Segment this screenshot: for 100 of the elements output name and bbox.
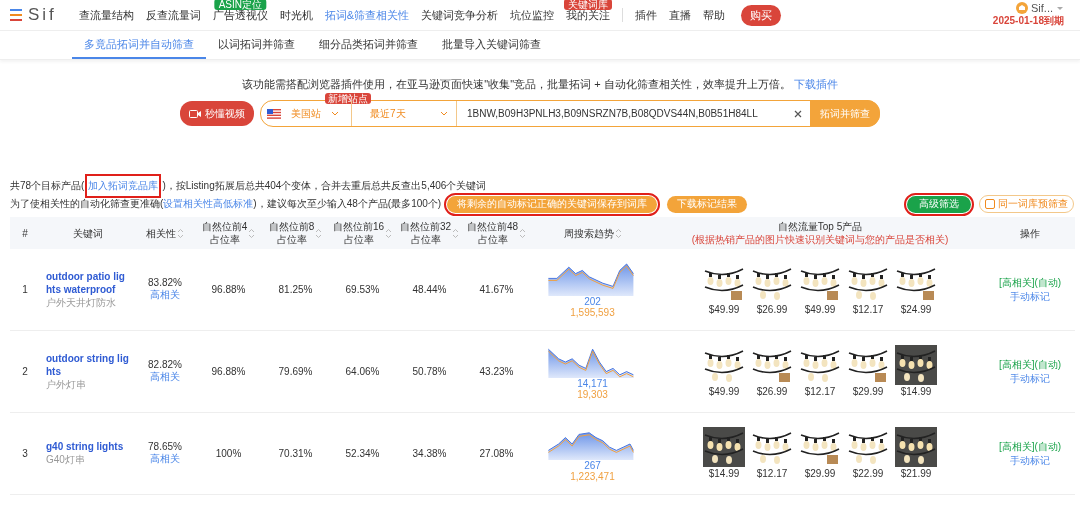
rate-value: 48.44%: [412, 284, 447, 295]
rate-value: 69.53%: [345, 284, 380, 295]
product-price: $49.99: [804, 304, 836, 315]
new-badge: 新增站点: [325, 93, 371, 104]
product-price: $29.99: [852, 386, 884, 397]
rate-value: 96.88%: [211, 366, 246, 377]
tab[interactable]: 细分品类拓词并筛查: [307, 31, 430, 59]
nav-tab[interactable]: 关键词竞争分析: [421, 7, 499, 23]
status-label: [高相关](自动): [998, 357, 1062, 372]
rate-value: 100%: [215, 448, 242, 459]
mark-link[interactable]: 手动标记: [1010, 453, 1050, 468]
rate-value: 50.78%: [412, 366, 447, 377]
search-volume: 19,303: [577, 388, 608, 400]
summary-text: )，建议每次至少输入48个产品(最多100个): [253, 197, 442, 211]
crown-icon: [1016, 2, 1028, 14]
product-price: $12.17: [804, 386, 836, 397]
column-header: 周搜索趋势: [563, 226, 614, 240]
chevron-icon: [440, 110, 448, 117]
rate-value: 43.23%: [479, 366, 514, 377]
chevron-icon: [331, 110, 339, 117]
rate-value: 81.25%: [278, 284, 313, 295]
tab[interactable]: 以词拓词并筛查: [206, 31, 307, 59]
asin-field[interactable]: 1BNW,B09H3PNLH3,B09NSRZN7B,B08QDVS44N,B0B51H84LL: [457, 108, 794, 119]
video-button[interactable]: 秒懂视频: [180, 101, 254, 126]
mark-link[interactable]: 手动标记: [1010, 371, 1050, 386]
tab[interactable]: 批量导入关键词筛查: [430, 31, 553, 59]
nav-tab[interactable]: 直播: [669, 7, 692, 23]
search-volume: 1,223,471: [570, 470, 615, 482]
row-number: 2: [22, 366, 28, 377]
keyword-translation: G40灯串: [46, 453, 85, 467]
nav-tab[interactable]: 插件: [635, 7, 658, 23]
checkbox[interactable]: [985, 199, 995, 209]
product-price: $26.99: [756, 386, 788, 397]
rate-value: 70.31%: [278, 448, 313, 459]
relevance-value: 82.82%: [148, 359, 182, 370]
product-price: $22.99: [852, 468, 884, 479]
filter-button[interactable]: 高级筛选: [907, 195, 971, 213]
product-price: $24.99: [900, 304, 932, 315]
product-price: $29.99: [804, 468, 836, 479]
search-volume: 14,171: [577, 377, 608, 389]
expiry-date: 2025-01-18到期: [992, 14, 1064, 28]
column-header: 自然位前16 占位率: [332, 220, 385, 246]
relevance-level: 高相关: [150, 370, 180, 384]
relevance-level: 高相关: [150, 288, 180, 302]
rate-value: 96.88%: [211, 284, 246, 295]
column-header: 自然位前8 占位率: [268, 220, 315, 246]
relevance-level: 高相关: [150, 452, 180, 466]
buy-button[interactable]: 购买: [741, 4, 782, 26]
user-name[interactable]: Sif...: [1031, 2, 1053, 14]
column-header: 自然流量Top 5产品: [777, 220, 863, 233]
product-price: $14.99: [900, 386, 932, 397]
rate-value: 79.69%: [278, 366, 313, 377]
row-number: 1: [22, 284, 28, 295]
rate-value: 52.34%: [345, 448, 380, 459]
summary-link[interactable]: 加入拓词竞品库: [88, 177, 159, 195]
tab[interactable]: 多竟品拓词并自动筛查: [72, 31, 206, 59]
column-header: 关键词: [72, 226, 103, 240]
video-icon: [189, 108, 201, 119]
nav-tab[interactable]: 帮助: [703, 7, 726, 23]
search-volume: 1,595,593: [570, 306, 615, 318]
rate-value: 27.08%: [479, 448, 514, 459]
caret-icon: [1056, 5, 1064, 11]
download-link[interactable]: 下载插件: [790, 78, 838, 90]
product-price: $12.17: [852, 304, 884, 315]
keyword-link[interactable]: g40 string lights: [46, 440, 130, 453]
product-price: $26.99: [756, 304, 788, 315]
keyword-link[interactable]: outdoor string lights: [46, 351, 130, 378]
keyword-link[interactable]: outdoor patio lights waterproof: [46, 269, 130, 296]
column-header: #: [22, 226, 28, 240]
status-label: [高相关](自动): [998, 439, 1062, 454]
summary-text: )，按Listing拓展后总共404个变体，合并去重后总共反查出5,406个关键词: [162, 179, 487, 193]
nav-tab[interactable]: 坑位监控: [510, 7, 555, 23]
nav-tab[interactable]: 拓词&筛查相关性: [324, 7, 410, 23]
mark-link[interactable]: 手动标记: [1010, 289, 1050, 304]
clear-icon: [794, 109, 802, 118]
column-header: 操作: [1020, 226, 1040, 240]
product-price: $14.99: [708, 468, 740, 479]
rate-value: 34.38%: [412, 448, 447, 459]
column-header: 自然位前32 占位率: [399, 220, 452, 246]
nav-tab[interactable]: 反查流量词: [145, 7, 201, 23]
column-header: 自然位前48 占位率: [466, 220, 519, 246]
product-price: $21.99: [900, 468, 932, 479]
row-number: 3: [22, 448, 28, 459]
product-price: $49.99: [708, 304, 740, 315]
relevance-value: 83.82%: [148, 277, 182, 288]
flag-icon: [267, 108, 281, 119]
summary-text: 为了使相关性的自动化筛查更准确(: [10, 197, 164, 211]
product-price: $49.99: [708, 386, 740, 397]
intro-text: 该功能需搭配浏览器插件使用，在亚马逊页面快速"收集"竞品，批量拓词 + 自动化筛查相关性，效率提升上万倍。: [242, 78, 791, 90]
nav-tab[interactable]: 查流量结构: [78, 7, 134, 23]
column-header: 相关性: [146, 226, 176, 240]
keyword-translation: 户外天井灯防水: [46, 295, 116, 310]
relevance-value: 78.65%: [148, 441, 182, 452]
search-volume: 267: [584, 459, 601, 471]
nav-tab[interactable]: 时光机: [279, 7, 313, 23]
rate-value: 64.06%: [345, 366, 380, 377]
menu-icon: [10, 7, 22, 23]
status-label: [高相关](自动): [998, 275, 1062, 290]
search-volume: 202: [584, 295, 601, 307]
rate-value: 41.67%: [479, 284, 514, 295]
